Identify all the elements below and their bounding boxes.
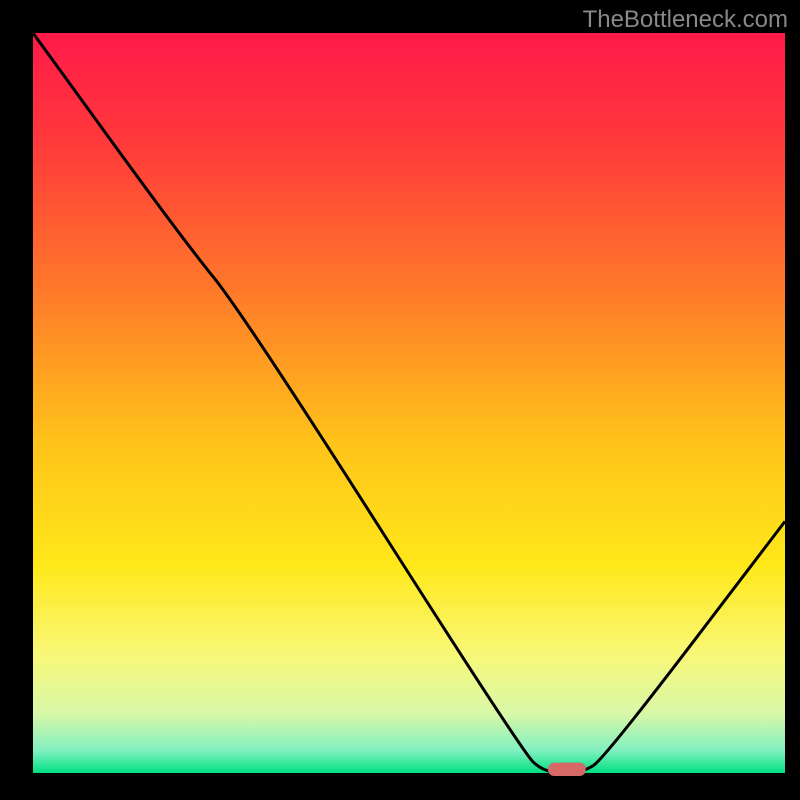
chart-svg (0, 0, 800, 800)
gradient-background (33, 33, 785, 773)
chart-container (0, 0, 800, 800)
optimal-marker (548, 763, 586, 776)
watermark-text: TheBottleneck.com (583, 6, 788, 34)
